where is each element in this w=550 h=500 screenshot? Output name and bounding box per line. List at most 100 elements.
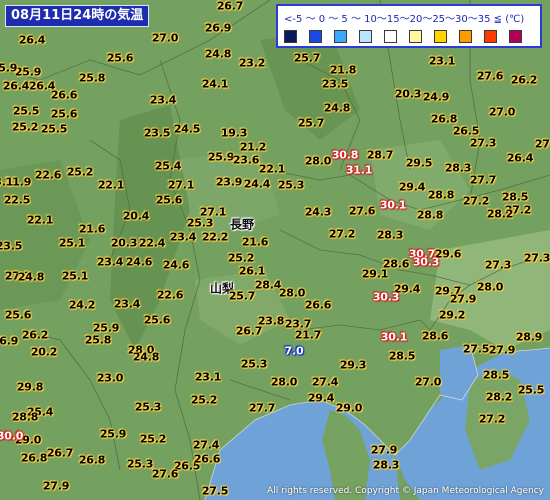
temperature-reading: 27.0 — [414, 375, 442, 389]
temperature-reading: 25.6 — [143, 313, 171, 327]
temperature-reading: 30.3 — [372, 290, 400, 304]
temperature-reading: 26.6 — [304, 298, 332, 312]
temperature-reading: 24.9 — [422, 90, 450, 104]
temperature-reading: 31.1 — [345, 163, 373, 177]
temperature-reading: 22.2 — [201, 230, 229, 244]
temperature-reading: 21.6 — [241, 235, 269, 249]
temperature-reading: 24.6 — [125, 255, 153, 269]
temperature-reading: 25.7 — [293, 51, 321, 65]
temperature-reading: 28.2 — [486, 207, 514, 221]
temperature-reading: 27.3 — [523, 251, 550, 265]
temperature-reading: 26.4 — [2, 79, 30, 93]
temperature-reading: 24.2 — [68, 298, 96, 312]
copyright-notice: All rights reserved. Copyright © Japan M… — [267, 486, 544, 496]
temperature-reading: 23.2 — [238, 56, 266, 70]
temperature-reading: 27.2 — [478, 412, 506, 426]
temperature-reading: 28.7 — [366, 148, 394, 162]
temperature-reading: 26.2 — [510, 73, 538, 87]
temperature-reading: 27.6 — [476, 69, 504, 83]
temperature-reading: 25.2 — [139, 432, 167, 446]
temperature-reading: 27.9 — [42, 479, 70, 493]
temperature-legend: <-5 〜 0 〜 5 〜 10〜15〜20〜25〜30〜35 ≦ (℃) — [276, 4, 542, 48]
temperature-reading: 29.2 — [438, 308, 466, 322]
temperature-reading: 20.2 — [30, 345, 58, 359]
legend-scale: <-5 〜 0 〜 5 〜 10〜15〜20〜25〜30〜35 ≦ (℃) — [284, 14, 525, 25]
temperature-reading: 21.2 — [239, 140, 267, 154]
temperature-reading: 27.3 — [469, 136, 497, 150]
temperature-reading: 21.6 — [78, 222, 106, 236]
temperature-reading: 23.0 — [96, 371, 124, 385]
temperature-reading: 23.5 — [321, 77, 349, 91]
temperature-reading: 26.8 — [78, 453, 106, 467]
legend-swatch — [459, 30, 472, 43]
temperature-reading: 24.6 — [162, 258, 190, 272]
legend-swatch — [509, 30, 522, 43]
temperature-reading: 23.4 — [149, 93, 177, 107]
temperature-reading: 25.6 — [155, 193, 183, 207]
temperature-reading: 28.8 — [427, 188, 455, 202]
temperature-reading: 19.3 — [220, 126, 248, 140]
temperature-reading: 23.5 — [143, 126, 171, 140]
temperature-reading: 25.6 — [4, 308, 32, 322]
temperature-reading: 27.5 — [201, 484, 229, 498]
temperature-reading: 27.1 — [167, 178, 195, 192]
legend-swatch — [484, 30, 497, 43]
temperature-reading: 24.8 — [132, 350, 160, 364]
temperature-reading: 24.8 — [204, 47, 232, 61]
temperature-reading: 23.1 — [0, 175, 14, 189]
temperature-reading: 26.9 — [0, 334, 19, 348]
temperature-reading: 25.1 — [58, 236, 86, 250]
temperature-reading: 25.9 — [0, 61, 18, 75]
temperature-reading: 24.8 — [323, 101, 351, 115]
legend-swatch — [334, 30, 347, 43]
temperature-reading: 26.7 — [46, 446, 74, 460]
temperature-reading: 25.2 — [227, 251, 255, 265]
temperature-reading: 25.5 — [517, 383, 545, 397]
temperature-reading: 25.3 — [277, 178, 305, 192]
temperature-reading: 22.6 — [34, 168, 62, 182]
temperature-reading: 22.6 — [156, 288, 184, 302]
temperature-reading: 28.3 — [372, 458, 400, 472]
temperature-reading: 26.6 — [50, 88, 78, 102]
temperature-reading: 29.8 — [16, 380, 44, 394]
temperature-reading: 26.8 — [20, 451, 48, 465]
temperature-reading: 26.6 — [193, 452, 221, 466]
temperature-reading: 28.3 — [444, 161, 472, 175]
temperature-reading: 23.1 — [194, 370, 222, 384]
temperature-reading: 25.6 — [106, 51, 134, 65]
temperature-reading: 25.9 — [99, 427, 127, 441]
temperature-reading: 25.7 — [228, 289, 256, 303]
temperature-reading: 22.4 — [138, 236, 166, 250]
temperature-reading: 27.0 — [488, 105, 516, 119]
legend-swatch — [409, 30, 422, 43]
temperature-reading: 27.4 — [311, 375, 339, 389]
map-title: 08月11日24時の気温 — [5, 5, 150, 27]
temperature-reading: 25.8 — [84, 333, 112, 347]
temperature-reading: 27.3 — [484, 258, 512, 272]
temperature-reading: 28.2 — [485, 390, 513, 404]
temperature-reading: 21.8 — [329, 63, 357, 77]
temperature-reading: 27.4 — [192, 438, 220, 452]
temperature-reading: 20.3 — [110, 236, 138, 250]
legend-swatch — [434, 30, 447, 43]
temperature-reading: 26.1 — [238, 264, 266, 278]
temperature-reading: 22.1 — [26, 213, 54, 227]
legend-swatch — [309, 30, 322, 43]
temperature-reading: 26.7 — [216, 0, 244, 13]
temperature-reading: 25.9 — [14, 65, 42, 79]
temperature-reading: 23.1 — [428, 54, 456, 68]
temperature-reading: 28.5 — [501, 190, 529, 204]
temperature-reading: 27.7 — [248, 401, 276, 415]
temperature-reading: 28.0 — [304, 154, 332, 168]
temperature-reading: 25.4 — [154, 159, 182, 173]
temperature-reading: 27.7 — [469, 173, 497, 187]
temperature-reading: 22.1 — [97, 178, 125, 192]
temperature-reading: 25.5 — [40, 122, 68, 136]
temperature-reading: 28.6 — [421, 329, 449, 343]
temperature-reading: 24.3 — [304, 205, 332, 219]
temperature-reading: 22.5 — [3, 193, 31, 207]
temperature-reading: 25.7 — [297, 116, 325, 130]
legend-swatch — [284, 30, 297, 43]
temperature-reading: 30.1 — [380, 330, 408, 344]
temperature-reading: 26.4 — [18, 33, 46, 47]
